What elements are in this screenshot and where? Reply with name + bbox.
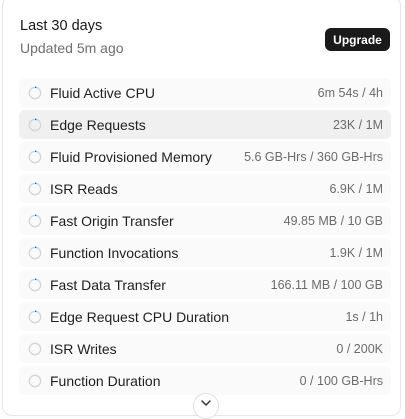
- usage-progress-ring-icon: [28, 118, 42, 131]
- usage-row[interactable]: Edge Requests 23K / 1M: [19, 110, 391, 139]
- usage-progress-ring-icon: [28, 278, 42, 291]
- usage-row[interactable]: Fast Data Transfer 166.11 MB / 100 GB: [19, 270, 391, 299]
- period-title: Last 30 days: [20, 18, 103, 34]
- usage-value: 0 / 100 GB-Hrs: [299, 373, 383, 388]
- usage-header: Last 30 days Updated 5m ago Upgrade: [3, 0, 400, 67]
- usage-card: Last 30 days Updated 5m ago Upgrade Flui…: [2, 0, 401, 419]
- usage-value: 0 / 200K: [336, 341, 383, 356]
- usage-label: Fluid Active CPU: [50, 84, 156, 101]
- usage-value: 23K / 1M: [332, 117, 383, 132]
- usage-row[interactable]: ISR Writes 0 / 200K: [19, 334, 391, 363]
- usage-label: Function Duration: [50, 372, 161, 389]
- usage-progress-ring-icon: [28, 182, 42, 195]
- usage-label: Fast Origin Transfer: [50, 212, 174, 229]
- usage-row[interactable]: Function Duration 0 / 100 GB-Hrs: [19, 366, 391, 395]
- usage-row[interactable]: Function Invocations 1.9K / 1M: [19, 238, 391, 267]
- usage-label: ISR Reads: [50, 180, 118, 197]
- usage-row[interactable]: Fluid Active CPU 6m 54s / 4h: [19, 78, 391, 107]
- usage-label: Fast Data Transfer: [50, 276, 166, 293]
- usage-value: 1.9K / 1M: [329, 245, 384, 260]
- usage-progress-ring-icon: [28, 374, 42, 387]
- usage-progress-ring-icon: [28, 86, 42, 99]
- usage-label: Fluid Provisioned Memory: [50, 148, 212, 165]
- usage-row[interactable]: Edge Request CPU Duration 1s / 1h: [19, 302, 391, 331]
- usage-progress-ring-icon: [28, 246, 42, 259]
- chevron-down-icon: [201, 400, 211, 406]
- usage-progress-ring-icon: [28, 310, 42, 323]
- usage-label: Edge Requests: [50, 116, 146, 133]
- usage-value: 6.9K / 1M: [329, 181, 384, 196]
- usage-progress-ring-icon: [28, 342, 42, 355]
- usage-progress-ring-icon: [28, 150, 42, 163]
- usage-value: 1s / 1h: [345, 309, 383, 324]
- usage-row[interactable]: ISR Reads 6.9K / 1M: [19, 174, 391, 203]
- usage-label: Function Invocations: [50, 244, 179, 261]
- usage-label: Edge Request CPU Duration: [50, 308, 229, 325]
- usage-value: 6m 54s / 4h: [317, 85, 383, 100]
- usage-value: 5.6 GB-Hrs / 360 GB-Hrs: [244, 149, 383, 164]
- updated-timestamp: Updated 5m ago: [20, 40, 124, 56]
- usage-value: 166.11 MB / 100 GB: [270, 277, 383, 292]
- scroll-down-button[interactable]: [193, 393, 219, 419]
- usage-value: 49.85 MB / 10 GB: [283, 213, 383, 228]
- usage-row[interactable]: Fast Origin Transfer 49.85 MB / 10 GB: [19, 206, 391, 235]
- usage-row[interactable]: Fluid Provisioned Memory 5.6 GB-Hrs / 360…: [19, 142, 391, 171]
- upgrade-button[interactable]: Upgrade: [325, 28, 390, 51]
- usage-label: ISR Writes: [50, 340, 117, 357]
- usage-list: Fluid Active CPU 6m 54s / 4h Edge Requests…: [19, 78, 391, 398]
- usage-progress-ring-icon: [28, 214, 42, 227]
